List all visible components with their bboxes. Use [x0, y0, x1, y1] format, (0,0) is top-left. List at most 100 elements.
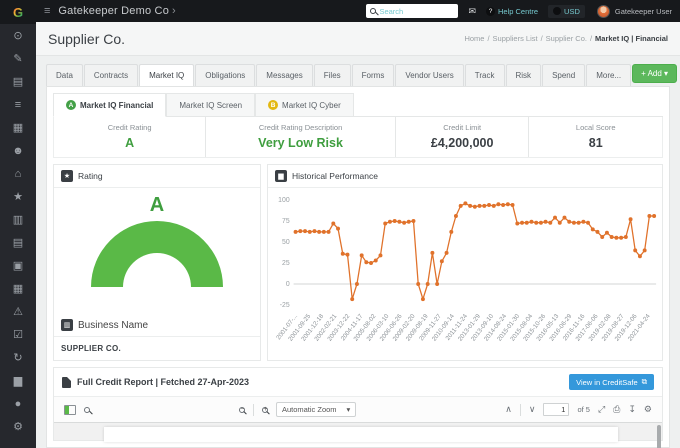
- starred-icon[interactable]: ★: [0, 185, 36, 208]
- currency-label: USD: [564, 7, 580, 16]
- help-disc-icon[interactable]: ●: [0, 392, 36, 415]
- globe-icon: [553, 7, 561, 15]
- page-title: Supplier Co.: [48, 31, 125, 47]
- find-in-document-icon[interactable]: [84, 407, 90, 413]
- pdf-page: [104, 427, 618, 442]
- svg-text:0: 0: [286, 281, 290, 288]
- calendar-grid-icon[interactable]: ▥: [0, 208, 36, 231]
- zoom-out-icon[interactable]: −: [239, 407, 245, 413]
- business-name-label: Business Name: [78, 320, 148, 331]
- historical-performance-chart: 1007550250-252001-07-...2001-09-252001-1…: [268, 188, 662, 360]
- subtab-market-iq-screen[interactable]: Market IQ Screen: [166, 93, 255, 116]
- reports-icon[interactable]: ▆: [0, 369, 36, 392]
- tab-data[interactable]: Data: [46, 64, 83, 86]
- subtab-market-iq-cyber[interactable]: B Market IQ Cyber: [255, 93, 354, 116]
- menu-icon[interactable]: ≡: [44, 5, 50, 17]
- user-name[interactable]: Gatekeeper User: [615, 7, 672, 16]
- chevron-right-icon: ›: [172, 5, 176, 17]
- top-bar: ≡ Gatekeeper Demo Co› ✉ ? Help Centre US…: [36, 0, 680, 22]
- page-number-input[interactable]: [543, 403, 569, 416]
- pdf-settings-icon[interactable]: ⚙: [644, 404, 652, 415]
- download-icon[interactable]: ↧: [628, 404, 636, 415]
- bank-icon[interactable]: ⌂: [0, 162, 36, 185]
- calendar-icon[interactable]: ▦: [0, 277, 36, 300]
- search-input[interactable]: [379, 7, 454, 16]
- sidebar-toggle-icon[interactable]: [64, 405, 76, 415]
- breadcrumb-suppliers-list[interactable]: Suppliers List: [493, 34, 538, 43]
- tab-files[interactable]: Files: [314, 64, 351, 86]
- currency-selector[interactable]: USD: [548, 5, 585, 18]
- svg-text:50: 50: [282, 239, 290, 246]
- chart-icon: ▆: [275, 170, 287, 182]
- page-header: Supplier Co. Home/Suppliers List/Supplie…: [36, 22, 680, 56]
- caret-down-icon: ▾: [347, 405, 351, 414]
- tasks-icon[interactable]: ☑: [0, 323, 36, 346]
- tab-obligations[interactable]: Obligations: [195, 64, 255, 86]
- tab-market-iq[interactable]: Market IQ: [139, 64, 194, 86]
- tab-track[interactable]: Track: [465, 64, 505, 86]
- zoom-select[interactable]: Automatic Zoom ▾: [276, 402, 356, 417]
- stat-credit-rating: Credit Rating A: [54, 117, 206, 157]
- contracts-icon[interactable]: ▤: [0, 70, 36, 93]
- history-icon[interactable]: ↻: [0, 346, 36, 369]
- rating-card-title: Rating: [78, 171, 103, 181]
- cards-icon[interactable]: ▦: [0, 116, 36, 139]
- stat-local-score: Local Score 81: [529, 117, 662, 157]
- pdf-scrollbar[interactable]: [657, 425, 661, 448]
- search-icon: [370, 8, 376, 14]
- breadcrumb-home[interactable]: Home: [464, 34, 484, 43]
- next-page-icon[interactable]: ∨: [529, 404, 536, 415]
- svg-text:-25: -25: [280, 302, 290, 309]
- report-title: Full Credit Report | Fetched 27-Apr-2023: [77, 377, 249, 387]
- view-in-creditsafe-button[interactable]: View in CreditSafe ⧉: [569, 374, 654, 390]
- sidebar: G ⊙✎▤≡▦☻⌂★▥▤▣▦⚠☑↻▆●⚙: [0, 0, 36, 448]
- layers-icon[interactable]: ≡: [0, 93, 36, 116]
- suppliers-icon[interactable]: ✎: [0, 47, 36, 70]
- breadcrumb-supplier[interactable]: Supplier Co.: [546, 34, 587, 43]
- settings-icon[interactable]: ⚙: [0, 415, 36, 438]
- pdf-file-icon: [62, 377, 71, 388]
- previous-page-icon[interactable]: ∧: [505, 404, 512, 415]
- chart-title: Historical Performance: [292, 171, 378, 181]
- teams-icon[interactable]: ☻: [0, 139, 36, 162]
- mail-icon[interactable]: ✉: [468, 6, 476, 17]
- pdf-viewer[interactable]: [54, 423, 662, 440]
- tab-risk[interactable]: Risk: [506, 64, 542, 86]
- subtab-market-iq-financial[interactable]: A Market IQ Financial: [53, 93, 166, 117]
- rating-grade: A: [54, 194, 260, 217]
- gatekeeper-logo[interactable]: G: [0, 0, 36, 24]
- tab-vendor-users[interactable]: Vendor Users: [395, 64, 463, 86]
- external-link-icon: ⧉: [642, 377, 647, 387]
- help-centre-link[interactable]: ? Help Centre: [486, 7, 538, 16]
- global-search[interactable]: [366, 4, 458, 18]
- svg-text:25: 25: [282, 260, 290, 267]
- print-icon[interactable]: ⎙: [613, 404, 620, 415]
- question-icon: ?: [486, 7, 495, 16]
- tab-forms[interactable]: Forms: [352, 64, 395, 86]
- business-name-value: SUPPLIER CO.: [54, 337, 260, 360]
- historical-performance-card: ▆ Historical Performance 1007550250-2520…: [267, 164, 663, 361]
- user-avatar[interactable]: [597, 5, 610, 18]
- full-credit-report-card: Full Credit Report | Fetched 27-Apr-2023…: [53, 367, 663, 441]
- tab-messages[interactable]: Messages: [256, 64, 312, 86]
- stat-credit-rating-description: Credit Rating Description Very Low Risk: [206, 117, 396, 157]
- star-icon: ★: [61, 170, 73, 182]
- caret-down-icon: ▾: [664, 69, 668, 78]
- breadcrumb: Home/Suppliers List/Supplier Co./Market …: [464, 34, 668, 43]
- market-iq-panel: A Market IQ Financial Market IQ Screen B…: [46, 86, 670, 448]
- documents-icon[interactable]: ▤: [0, 231, 36, 254]
- record-tabs: Data Contracts Market IQ Obligations Mes…: [46, 64, 670, 86]
- company-name[interactable]: Gatekeeper Demo Co›: [58, 5, 175, 17]
- alerts-icon[interactable]: ⚠: [0, 300, 36, 323]
- breadcrumb-current: Market IQ | Financial: [595, 34, 668, 43]
- briefcase-icon[interactable]: ▣: [0, 254, 36, 277]
- fullscreen-icon[interactable]: ⤢: [598, 404, 605, 415]
- market-iq-subtabs: A Market IQ Financial Market IQ Screen B…: [53, 93, 663, 117]
- tab-spend[interactable]: Spend: [542, 64, 585, 86]
- credit-stats-row: Credit Rating A Credit Rating Descriptio…: [53, 117, 663, 158]
- dashboard-icon[interactable]: ⊙: [0, 24, 36, 47]
- zoom-in-icon[interactable]: +: [262, 407, 268, 413]
- add-button[interactable]: + Add ▾: [632, 64, 677, 83]
- tab-more[interactable]: More...: [586, 64, 631, 86]
- tab-contracts[interactable]: Contracts: [84, 64, 138, 86]
